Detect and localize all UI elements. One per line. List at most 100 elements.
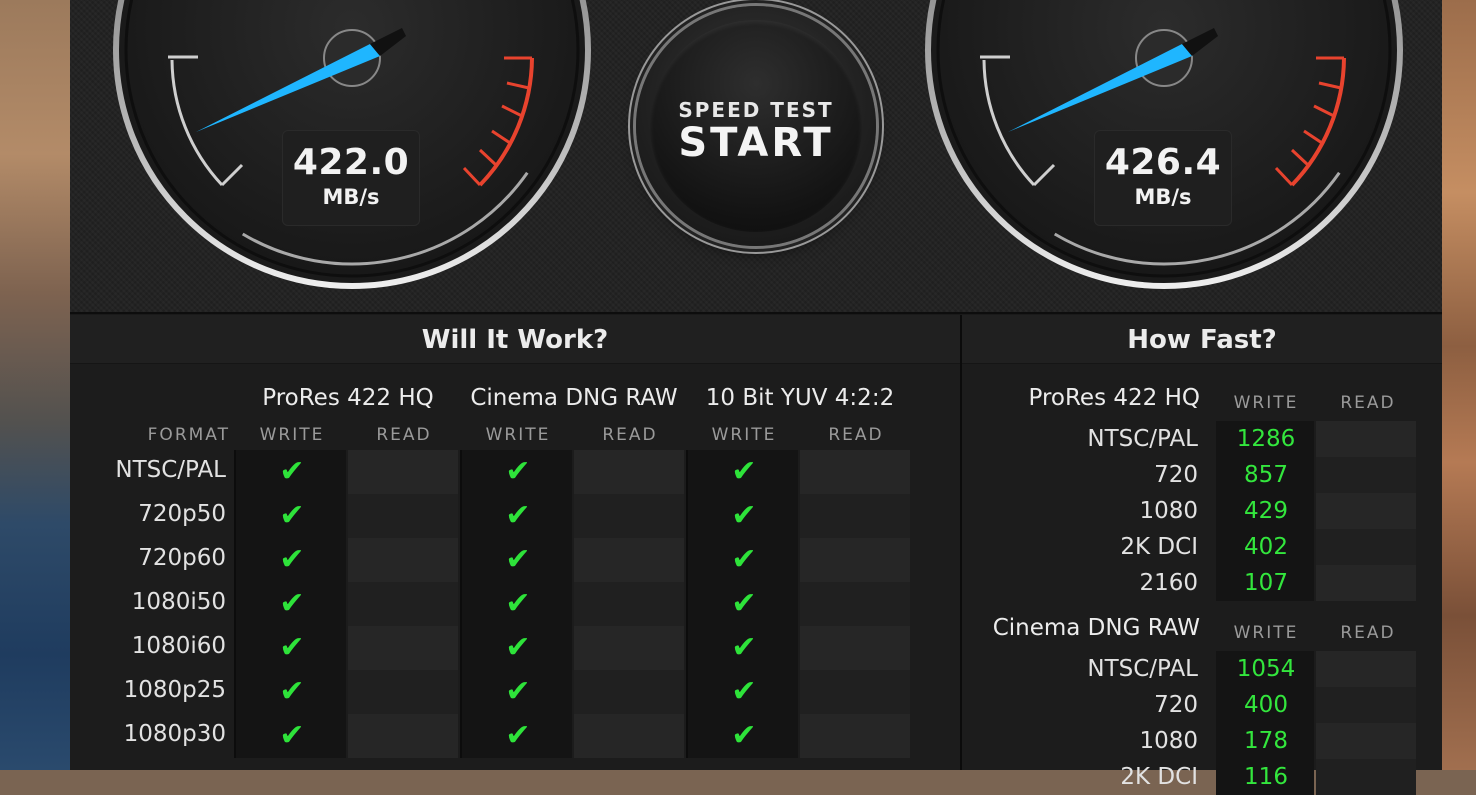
column-divider	[234, 670, 236, 714]
column-divider	[234, 450, 236, 494]
read-result-cell	[800, 670, 910, 714]
start-button-caption: SPEED TEST	[678, 98, 834, 122]
read-result-cell	[800, 626, 910, 670]
write-fps-value: 429	[1244, 498, 1288, 524]
read-result-cell	[348, 582, 458, 626]
check-icon: ✔	[279, 454, 305, 489]
write-column-header: WRITE	[485, 425, 551, 445]
check-icon: ✔	[731, 674, 757, 709]
check-icon: ✔	[505, 498, 531, 533]
read-result-cell	[348, 626, 458, 670]
format-row-label: NTSC/PAL	[115, 457, 226, 483]
read-speed-cell	[1316, 421, 1416, 457]
resolution-label: 2160	[1139, 570, 1198, 596]
column-divider	[460, 494, 462, 538]
column-divider	[686, 670, 688, 714]
column-divider	[686, 582, 688, 626]
write-fps-value: 178	[1244, 728, 1288, 754]
codec-header: ProRes 422 HQ	[262, 385, 434, 411]
read-result-cell	[574, 714, 684, 758]
how-fast-section-title: Cinema DNG RAW	[992, 615, 1200, 641]
resolution-label: 2K DCI	[1120, 534, 1198, 560]
read-column-header: READ	[828, 425, 884, 445]
read-speed-cell	[1316, 723, 1416, 759]
format-row-label: 720p60	[138, 545, 226, 571]
check-icon: ✔	[731, 542, 757, 577]
write-speed-readout: 422.0 MB/s	[282, 130, 420, 226]
column-divider	[686, 494, 688, 538]
write-fps-value: 1054	[1236, 656, 1296, 682]
check-icon: ✔	[731, 586, 757, 621]
read-speed-cell	[1316, 687, 1416, 723]
will-it-work-panel: Will It Work? FORMAT ProRes 422 HQ WRITE RE…	[70, 315, 960, 770]
check-icon: ✔	[731, 454, 757, 489]
read-result-cell	[348, 714, 458, 758]
column-divider	[234, 582, 236, 626]
check-icon: ✔	[505, 718, 531, 753]
resolution-label: 720	[1154, 462, 1198, 488]
read-speed-cell	[1316, 457, 1416, 493]
read-result-cell	[574, 582, 684, 626]
write-column-header: WRITE	[1233, 623, 1299, 643]
read-result-cell	[348, 670, 458, 714]
check-icon: ✔	[279, 542, 305, 577]
codec-header: Cinema DNG RAW	[470, 385, 678, 411]
read-result-cell	[574, 450, 684, 494]
check-icon: ✔	[505, 586, 531, 621]
read-result-cell	[800, 714, 910, 758]
disk-speed-test-window: 422.0 MB/s SPEED TEST START 426.4 MB/s W…	[70, 0, 1442, 795]
format-row-label: 1080p30	[123, 721, 226, 747]
column-divider	[234, 494, 236, 538]
read-column-header: READ	[1340, 393, 1396, 413]
read-column-header: READ	[1340, 623, 1396, 643]
will-it-work-title: Will It Work?	[70, 315, 960, 364]
check-icon: ✔	[279, 718, 305, 753]
check-icon: ✔	[279, 630, 305, 665]
read-result-cell	[800, 450, 910, 494]
resolution-label: 2K DCI	[1120, 764, 1198, 790]
resolution-label: NTSC/PAL	[1087, 656, 1198, 682]
write-fps-value: 402	[1244, 534, 1288, 560]
write-fps-value: 116	[1244, 764, 1288, 790]
column-divider	[234, 538, 236, 582]
column-divider	[686, 450, 688, 494]
resolution-label: NTSC/PAL	[1087, 426, 1198, 452]
write-speed-unit: MB/s	[322, 185, 380, 209]
write-fps-value: 107	[1244, 570, 1288, 596]
write-fps-value: 857	[1244, 462, 1288, 488]
gauge-panel: 422.0 MB/s SPEED TEST START 426.4 MB/s	[70, 0, 1442, 314]
write-fps-value: 1286	[1236, 426, 1296, 452]
read-result-cell	[800, 538, 910, 582]
read-result-cell	[574, 626, 684, 670]
read-speed-readout: 426.4 MB/s	[1094, 130, 1232, 226]
check-icon: ✔	[505, 630, 531, 665]
read-result-cell	[348, 538, 458, 582]
start-button-label: START	[678, 120, 834, 166]
format-row-label: 1080i60	[131, 633, 226, 659]
check-icon: ✔	[279, 498, 305, 533]
read-result-cell	[574, 494, 684, 538]
write-column-header: WRITE	[711, 425, 777, 445]
read-result-cell	[348, 450, 458, 494]
read-column-header: READ	[376, 425, 432, 445]
column-divider	[460, 538, 462, 582]
how-fast-panel: How Fast? ProRes 422 HQ WRITE READ NTSC/PAL…	[962, 315, 1442, 795]
read-speed-cell	[1316, 493, 1416, 529]
column-divider	[460, 450, 462, 494]
resolution-label: 720	[1154, 692, 1198, 718]
column-divider	[686, 626, 688, 670]
read-result-cell	[574, 538, 684, 582]
speed-test-start-button[interactable]: SPEED TEST START	[636, 6, 876, 246]
check-icon: ✔	[505, 542, 531, 577]
check-icon: ✔	[731, 630, 757, 665]
read-result-cell	[574, 670, 684, 714]
write-column-header: WRITE	[1233, 393, 1299, 413]
format-row-label: 1080i50	[131, 589, 226, 615]
column-divider	[686, 538, 688, 582]
format-row-label: 720p50	[138, 501, 226, 527]
check-icon: ✔	[731, 718, 757, 753]
column-divider	[460, 714, 462, 758]
desktop-wallpaper-right	[1440, 0, 1476, 770]
read-speed-cell	[1316, 529, 1416, 565]
how-fast-title: How Fast?	[962, 315, 1442, 364]
